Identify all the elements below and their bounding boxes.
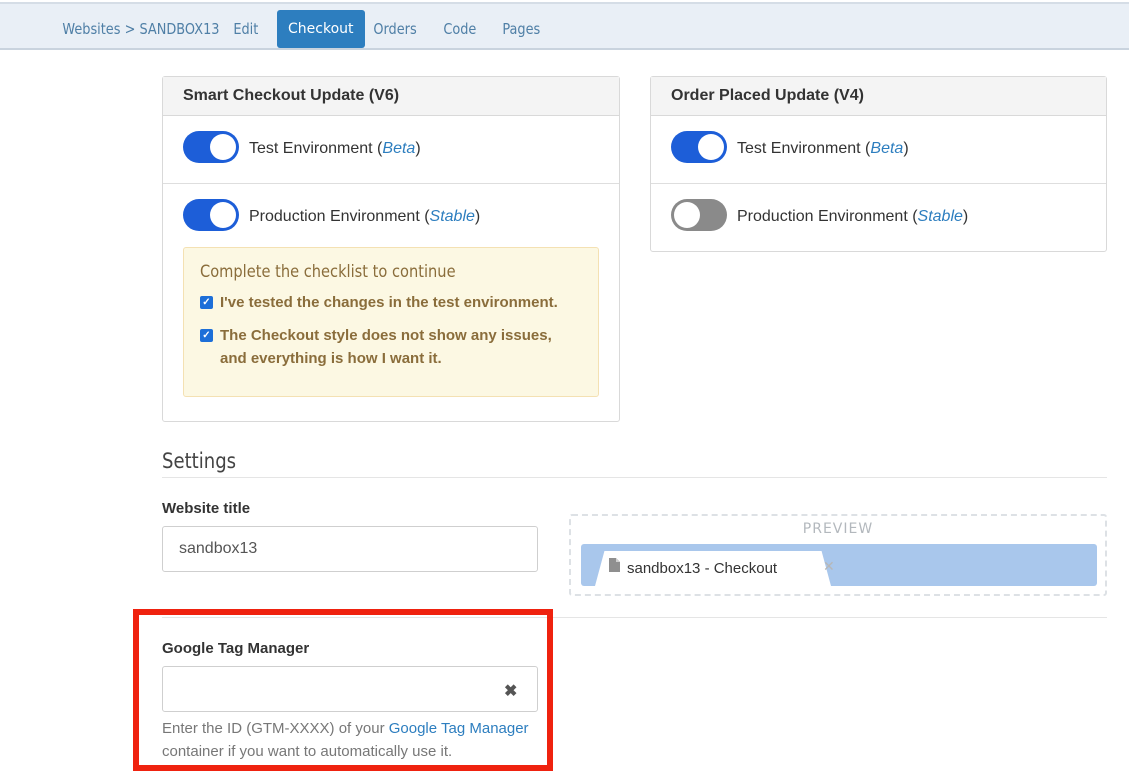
test-environment-label: Test Environment (Beta): [737, 140, 909, 157]
order-placed-title: Order Placed Update (V4): [651, 77, 1106, 116]
order-placed-test-toggle[interactable]: [671, 131, 727, 163]
preview-label: PREVIEW: [802, 521, 874, 537]
toggle-knob: [210, 202, 236, 228]
toggle-knob: [210, 134, 236, 160]
smart-checkout-test-row: Test Environment (Beta): [163, 116, 619, 184]
order-placed-test-row: Test Environment (Beta): [651, 116, 1106, 184]
highlight-box: [133, 609, 553, 771]
settings-heading: Settings: [162, 449, 237, 473]
website-title-label: Website title: [162, 500, 251, 517]
tab-code[interactable]: Code: [433, 10, 487, 48]
toggle-knob: [674, 202, 700, 228]
checklist-item-no-issues: ✓ The Checkout style does not show any i…: [200, 324, 570, 370]
test-environment-label: Test Environment (Beta): [249, 140, 421, 157]
check-icon[interactable]: ✓: [200, 329, 213, 342]
top-navigation: Websites > SANDBOX13 Edit Checkout Order…: [0, 2, 1129, 50]
tab-orders[interactable]: Orders: [363, 10, 427, 48]
website-title-input[interactable]: [162, 526, 538, 572]
smart-checkout-prod-row: Production Environment (Stable): [163, 184, 619, 252]
stable-tag: Stable: [917, 208, 963, 225]
production-environment-label: Production Environment (Stable): [249, 208, 481, 225]
production-environment-label: Production Environment (Stable): [737, 208, 969, 225]
tab-pages[interactable]: Pages: [492, 10, 551, 48]
browser-tab-preview: PREVIEW sandbox13 - Checkout ✕: [569, 514, 1107, 596]
beta-tag: Beta: [382, 140, 416, 157]
checklist-box: Complete the checklist to continue ✓ I'v…: [183, 247, 599, 397]
breadcrumb[interactable]: Websites > SANDBOX13: [52, 10, 230, 48]
smart-checkout-title: Smart Checkout Update (V6): [163, 77, 619, 116]
order-placed-prod-toggle[interactable]: [671, 199, 727, 231]
checklist-title: Complete the checklist to continue: [200, 262, 456, 282]
tab-checkout[interactable]: Checkout: [277, 10, 365, 48]
checklist-item-tested: ✓ I've tested the changes in the test en…: [200, 291, 590, 314]
tab-strip: sandbox13 - Checkout ✕: [581, 544, 1097, 586]
preview-tab-title: sandbox13 - Checkout: [627, 560, 778, 577]
document-icon: [609, 558, 620, 572]
stable-tag: Stable: [429, 208, 475, 225]
toggle-knob: [698, 134, 724, 160]
smart-checkout-panel: Smart Checkout Update (V6) Test Environm…: [162, 76, 620, 422]
order-placed-prod-row: Production Environment (Stable): [651, 184, 1106, 252]
tab-edit[interactable]: Edit: [223, 10, 269, 48]
smart-checkout-test-toggle[interactable]: [183, 131, 239, 163]
beta-tag: Beta: [870, 140, 904, 157]
order-placed-panel: Order Placed Update (V4) Test Environmen…: [650, 76, 1107, 252]
check-icon[interactable]: ✓: [200, 296, 213, 309]
smart-checkout-prod-toggle[interactable]: [183, 199, 239, 231]
settings-divider: [162, 477, 1107, 478]
close-icon: ✕: [823, 558, 835, 574]
